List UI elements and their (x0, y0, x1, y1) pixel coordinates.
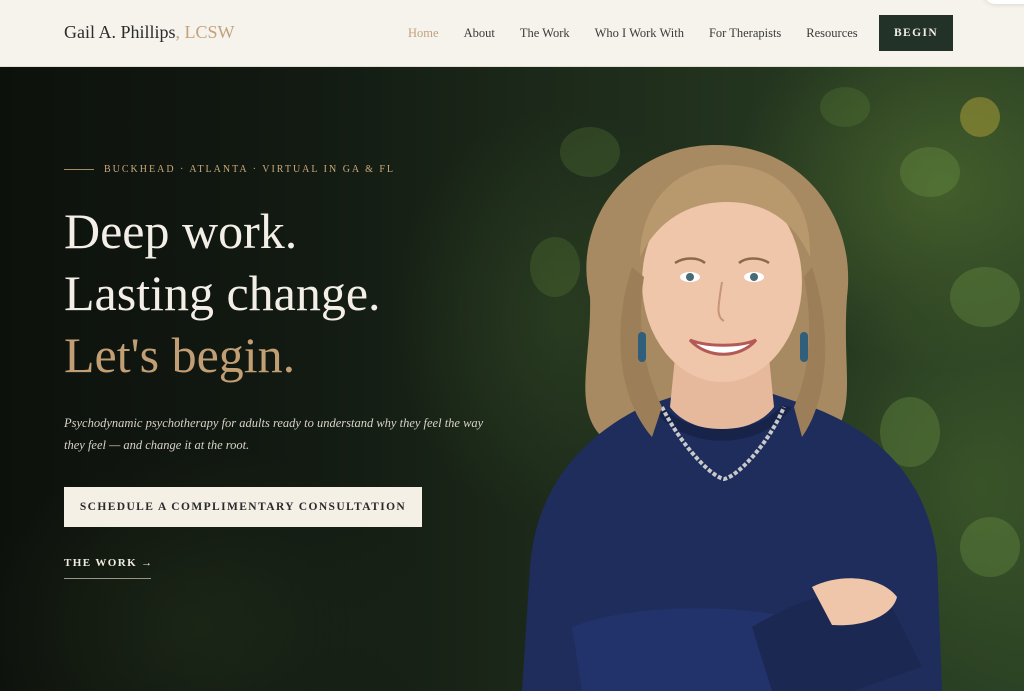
nav-item-who-i-work-with[interactable]: Who I Work With (595, 26, 684, 41)
nav-item-the-work[interactable]: The Work (520, 26, 570, 41)
nav-item-resources[interactable]: Resources (806, 26, 857, 41)
brand-name: Gail A. Phillips (64, 22, 176, 42)
foliage-decoration (950, 267, 1020, 327)
nav-item-for-therapists[interactable]: For Therapists (709, 26, 781, 41)
nav-item-home[interactable]: Home (408, 26, 439, 41)
eyebrow-rule (64, 169, 94, 170)
location-eyebrow: BUCKHEAD · ATLANTA · VIRTUAL IN GA & FL (64, 164, 395, 175)
foliage-decoration (960, 517, 1020, 577)
headline-line-1: Deep work. (64, 203, 298, 259)
headline-line-2: Lasting change. (64, 265, 381, 321)
nav-item-about[interactable]: About (464, 26, 495, 41)
site-header: Gail A. Phillips, LCSW Home About The Wo… (0, 0, 1024, 67)
therapist-portrait (522, 144, 942, 691)
brand-credential: , LCSW (175, 22, 235, 42)
brand-logo[interactable]: Gail A. Phillips, LCSW (64, 22, 235, 43)
headline-line-3: Let's begin. (64, 327, 296, 383)
hero-headline: Deep work. Lasting change. Let's begin. (64, 200, 381, 386)
foliage-decoration (960, 97, 1000, 137)
corner-overlay (984, 0, 1024, 4)
begin-button[interactable]: BEGIN (879, 15, 953, 51)
eyebrow-text: BUCKHEAD · ATLANTA · VIRTUAL IN GA & FL (104, 164, 396, 175)
the-work-link[interactable]: THE WORK → (64, 557, 152, 579)
schedule-consultation-button[interactable]: SCHEDULE A COMPLIMENTARY CONSULTATION (64, 487, 422, 527)
hero-subtext: Psychodynamic psychotherapy for adults r… (64, 416, 484, 452)
hero-section: BUCKHEAD · ATLANTA · VIRTUAL IN GA & FL … (0, 67, 1024, 691)
main-nav: Home About The Work Who I Work With For … (408, 26, 858, 41)
